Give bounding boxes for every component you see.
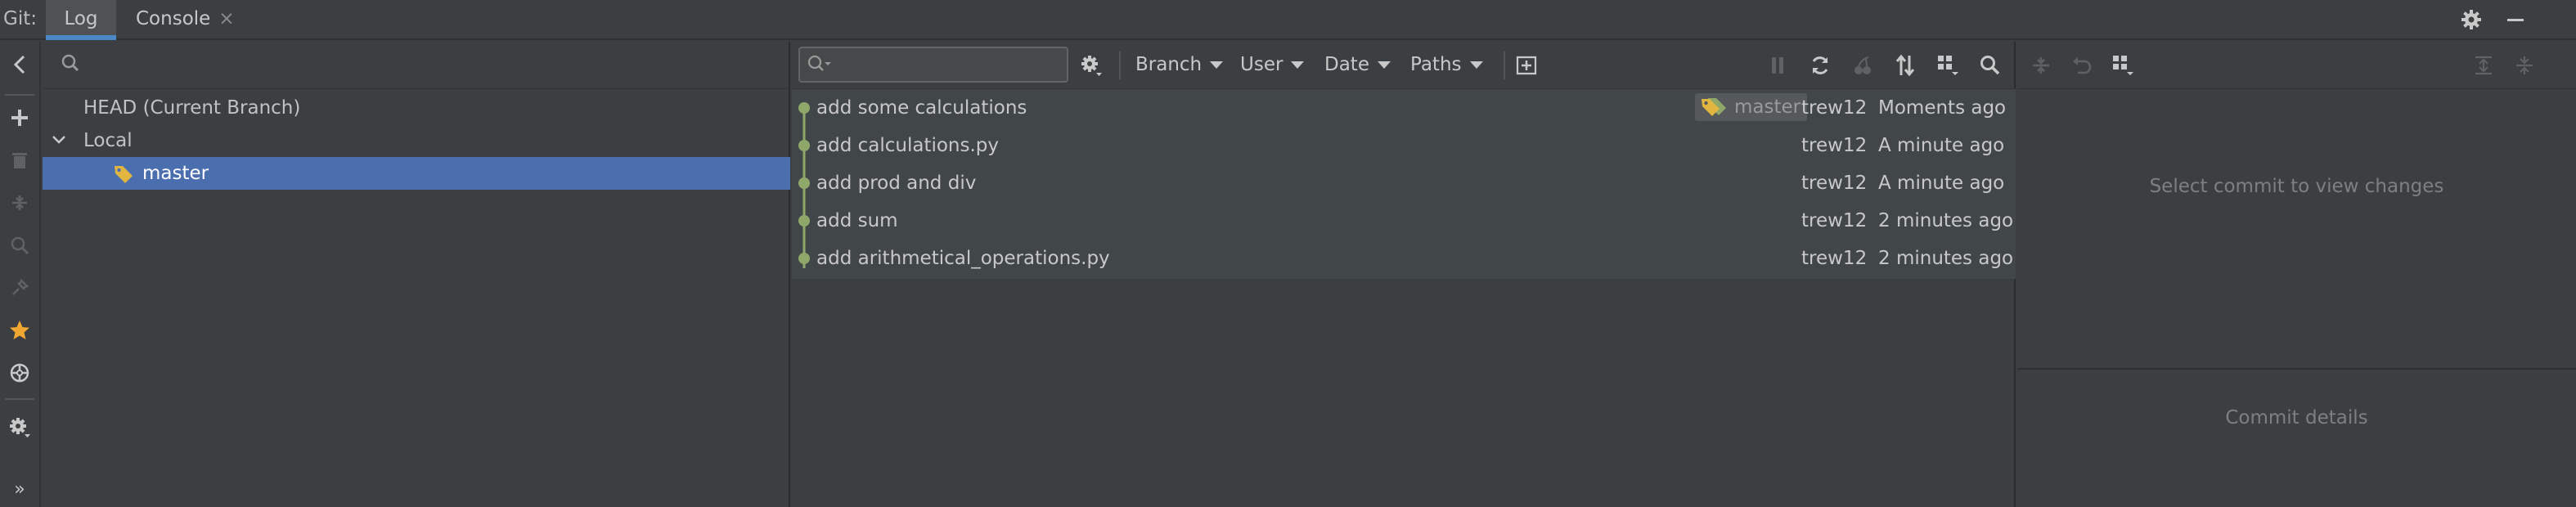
tab-console[interactable]: Console × xyxy=(136,0,235,38)
date-filter-label: Date xyxy=(1324,54,1369,75)
tag-icon xyxy=(113,163,134,195)
commit-author: trew12 xyxy=(1801,248,1868,269)
commit-date: A minute ago xyxy=(1878,135,2005,156)
branch-label: master xyxy=(142,163,209,184)
log-side-toolbar: » xyxy=(0,42,41,507)
collapse-all-icon xyxy=(2509,50,2540,81)
commit-author: trew12 xyxy=(1801,173,1868,194)
expand-all-icon xyxy=(2468,50,2499,81)
user-filter[interactable]: User xyxy=(1240,50,1305,79)
branch-filter[interactable]: Branch xyxy=(1135,50,1224,79)
search-icon[interactable] xyxy=(1975,50,2006,81)
changes-placeholder: Select commit to view changes xyxy=(2149,176,2444,197)
search-icon xyxy=(61,53,80,78)
pause-icon xyxy=(1762,50,1793,81)
table-row[interactable]: add sum trew12 2 minutes ago xyxy=(792,202,2016,240)
commit-author: trew12 xyxy=(1801,135,1868,156)
paths-filter[interactable]: Paths xyxy=(1410,50,1483,79)
expand-icon[interactable]: » xyxy=(0,473,39,505)
toolbar-divider xyxy=(1504,52,1505,79)
commit-date: 2 minutes ago xyxy=(1878,210,2014,231)
cherry-pick-icon xyxy=(1847,50,1878,81)
tab-console-label: Console xyxy=(136,8,211,29)
cherry-pick-icon xyxy=(2025,50,2057,81)
toolbar-divider xyxy=(5,398,34,400)
chevron-down-icon xyxy=(1210,61,1224,69)
branch-filter-label: Branch xyxy=(1135,54,1203,75)
tool-window-header: Git: Log Console × xyxy=(0,0,2576,40)
user-filter-label: User xyxy=(1240,54,1284,75)
date-filter[interactable]: Date xyxy=(1324,50,1391,79)
target-icon[interactable] xyxy=(0,357,39,389)
gear-icon[interactable] xyxy=(1076,50,1107,81)
trash-icon xyxy=(0,144,39,177)
tool-window-title: Git: xyxy=(3,8,37,29)
revert-icon xyxy=(2066,50,2097,81)
chevron-down-icon xyxy=(1291,61,1305,69)
close-tab-icon[interactable]: × xyxy=(218,8,234,29)
commit-date: A minute ago xyxy=(1878,173,2005,194)
table-row[interactable]: add arithmetical_operations.py trew12 2 … xyxy=(792,240,2016,277)
tree-item-head[interactable]: HEAD (Current Branch) xyxy=(43,92,790,124)
refresh-icon[interactable] xyxy=(1805,50,1836,81)
commit-message: add sum xyxy=(816,210,898,231)
table-row[interactable]: add prod and div trew12 A minute ago xyxy=(792,164,2016,202)
search-icon xyxy=(0,229,39,262)
tab-log[interactable]: Log xyxy=(46,0,116,40)
details-toolbar xyxy=(2017,42,2576,89)
gear-icon[interactable] xyxy=(2456,4,2487,35)
panel-divider xyxy=(2017,368,2576,370)
view-options-icon[interactable] xyxy=(2107,50,2138,81)
tab-log-label: Log xyxy=(64,8,98,29)
commit-author: trew12 xyxy=(1801,97,1868,119)
commit-date: Moments ago xyxy=(1878,97,2007,119)
branches-panel: HEAD (Current Branch) Local master xyxy=(43,42,790,507)
text-filter-field[interactable] xyxy=(798,47,1068,83)
commit-table: add some calculations master trew12 Mome… xyxy=(792,89,2016,279)
branch-tag: master xyxy=(1695,93,1808,121)
gear-icon[interactable] xyxy=(0,411,39,444)
head-label: HEAD (Current Branch) xyxy=(83,97,301,119)
tag-label: master xyxy=(1734,96,1801,118)
commit-details-panel: Select commit to view changes Commit det… xyxy=(2017,42,2576,507)
details-placeholder: Commit details xyxy=(2225,407,2368,428)
chevron-down-icon xyxy=(1377,61,1391,69)
commit-log-panel: Branch User Date Paths add some calculat… xyxy=(792,42,2016,507)
toolbar-divider xyxy=(5,94,34,96)
toolbar-divider xyxy=(1119,52,1121,79)
active-tab-indicator xyxy=(46,35,116,40)
minimize-icon[interactable] xyxy=(2500,4,2531,35)
collapse-linear-branches-icon[interactable] xyxy=(1890,50,1921,81)
tree-item-local[interactable]: Local xyxy=(43,124,790,157)
tag-icon xyxy=(1702,98,1726,116)
log-toolbar: Branch User Date Paths xyxy=(792,42,2016,89)
local-label: Local xyxy=(83,130,133,151)
pin-icon xyxy=(0,271,39,304)
star-icon[interactable] xyxy=(0,314,39,347)
branch-search-field[interactable] xyxy=(43,42,790,89)
commit-message: add calculations.py xyxy=(816,135,1000,156)
chevron-left-icon[interactable] xyxy=(0,48,39,81)
merge-icon xyxy=(0,186,39,219)
new-tab-icon[interactable] xyxy=(1511,50,1542,81)
commit-date: 2 minutes ago xyxy=(1878,248,2014,269)
commit-message: add arithmetical_operations.py xyxy=(816,248,1110,269)
plus-icon[interactable] xyxy=(0,101,39,134)
commit-message: add some calculations xyxy=(816,97,1027,119)
commit-message: add prod and div xyxy=(816,173,977,194)
tree-item-master[interactable]: master xyxy=(43,157,790,190)
commit-author: trew12 xyxy=(1801,210,1868,231)
table-row[interactable]: add calculations.py trew12 A minute ago xyxy=(792,127,2016,164)
table-row[interactable]: add some calculations master trew12 Mome… xyxy=(792,89,2016,127)
search-history-icon xyxy=(807,54,834,80)
paths-filter-label: Paths xyxy=(1410,54,1462,75)
chevron-down-icon xyxy=(1469,61,1483,69)
view-options-icon[interactable] xyxy=(1932,50,1963,81)
